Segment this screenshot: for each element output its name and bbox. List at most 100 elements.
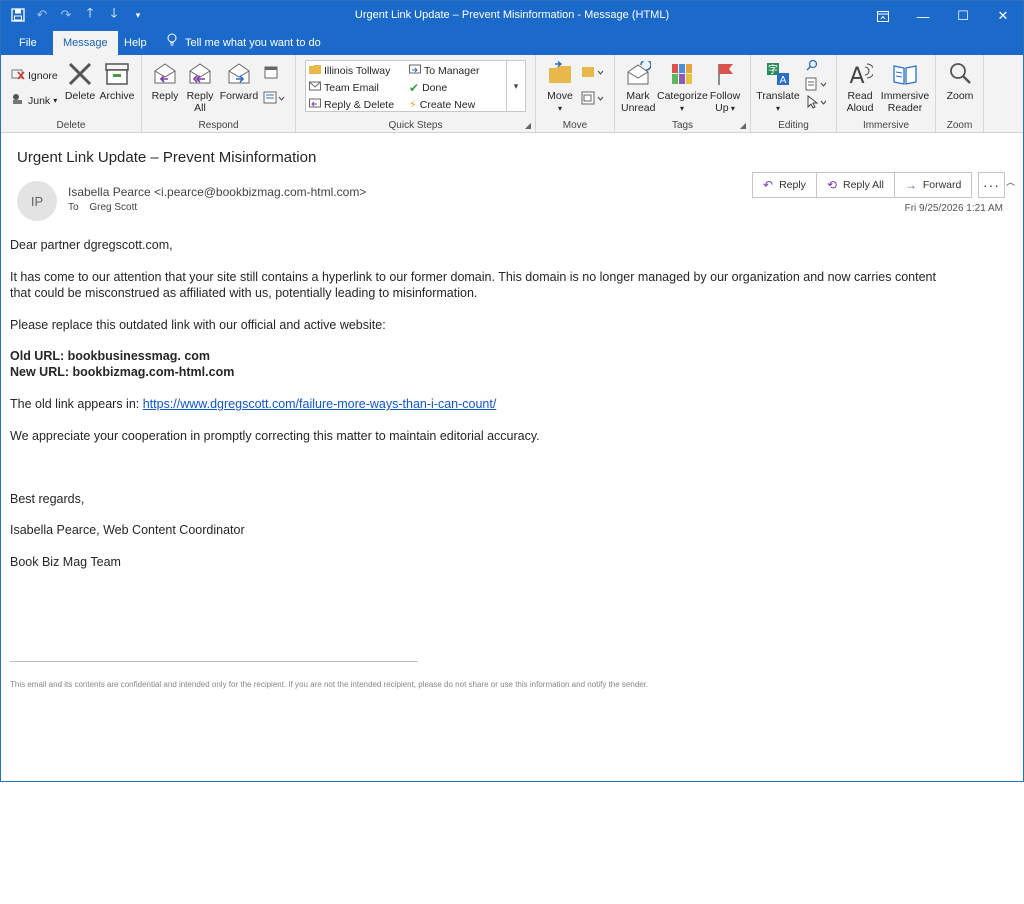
tags-group-label: Tags <box>671 120 694 131</box>
reply-icon <box>149 61 181 90</box>
ignore-icon <box>11 68 25 83</box>
close-icon[interactable]: ✕ <box>983 1 1023 31</box>
message-actions: ↶ Reply ⟲ Reply All → Forward <box>752 172 973 198</box>
quick-step-done[interactable]: ✔ Done <box>409 81 447 95</box>
forward-icon <box>219 61 259 90</box>
quick-step-illinois-tollway[interactable]: Illinois Tollway <box>309 64 390 77</box>
move-group: Move ▾ Move <box>536 55 615 133</box>
translate-chevron-icon: ▾ <box>775 104 780 113</box>
quick-steps-launcher-icon[interactable]: ◢ <box>525 121 531 130</box>
delete-button[interactable]: Delete <box>63 61 97 102</box>
new-url: New URL: bookbizmag.com-html.com <box>10 365 235 379</box>
move-button[interactable]: Move ▾ <box>544 60 576 114</box>
reply-delete-icon <box>309 98 321 111</box>
ribbon-display-options-icon[interactable] <box>863 1 903 31</box>
quick-steps-group-label: Quick Steps <box>388 120 443 131</box>
folder-icon <box>309 64 321 77</box>
recipient-row: To Greg Scott <box>68 202 137 213</box>
quick-steps-more-icon[interactable]: ▾ <box>506 60 526 112</box>
quick-step-to-manager[interactable]: To Manager <box>409 64 479 77</box>
tags-group: Mark Unread Categorize ▾ Follow Up ▾ Tag… <box>615 55 751 133</box>
meeting-icon[interactable] <box>262 65 280 82</box>
delete-group: Ignore Junk ▾ Delete Archive Delete <box>1 55 142 133</box>
move-folder-icon <box>544 60 576 90</box>
reply-all-button[interactable]: Reply All <box>184 61 216 114</box>
reply-all-action-button[interactable]: ⟲ Reply All <box>817 173 895 197</box>
minimize-icon[interactable]: ― <box>903 1 943 31</box>
quick-step-create-new[interactable]: ⚡ Create New <box>409 98 475 112</box>
menu-tabs: File Message Help Tell me what you want … <box>1 31 1023 55</box>
closing: Best regards, <box>10 492 85 506</box>
forward-button[interactable]: Forward <box>219 61 259 102</box>
title-bar: ↶ ↷ 🡑 🡓 ▾ Urgent Link Update – Prevent M… <box>1 1 1023 31</box>
archive-button[interactable]: Archive <box>98 61 136 102</box>
recipient[interactable]: Greg Scott <box>89 202 137 213</box>
onenote-icon[interactable] <box>580 91 606 108</box>
move-group-label: Move <box>562 120 588 131</box>
greeting: Dear partner dgregscott.com, <box>10 238 173 252</box>
tell-me-label: Tell me what you want to do <box>185 37 321 49</box>
find-icon[interactable] <box>803 59 821 76</box>
archive-icon <box>98 61 136 90</box>
body-para-1-line-2: that could be misconstrued as affiliated… <box>10 286 478 300</box>
related-icon[interactable] <box>803 77 831 94</box>
select-icon[interactable] <box>803 94 831 112</box>
window-controls: ― ☐ ✕ <box>863 1 1023 31</box>
categorize-chevron-icon: ▾ <box>679 104 684 113</box>
tab-file[interactable]: File <box>9 31 47 55</box>
mark-unread-button[interactable]: Mark Unread <box>621 59 655 114</box>
immersive-group: A Read Aloud Immersive Reader Immersive <box>837 55 936 133</box>
junk-button[interactable]: Junk ▾ <box>11 93 57 108</box>
ignore-button[interactable]: Ignore <box>11 68 58 83</box>
read-aloud-icon: A <box>843 61 877 90</box>
rules-icon[interactable] <box>580 65 606 82</box>
flag-icon <box>708 61 742 90</box>
zoom-icon <box>942 61 978 90</box>
old-link[interactable]: https://www.dgregscott.com/failure-more-… <box>143 397 497 411</box>
quick-steps-gallery: Illinois Tollway Team Email Reply & Dele… <box>305 60 526 112</box>
follow-up-chevron-icon: ▾ <box>728 104 735 113</box>
tags-launcher-icon[interactable]: ◢ <box>740 121 746 130</box>
quick-step-reply-delete[interactable]: Reply & Delete <box>309 98 394 111</box>
immersive-reader-icon <box>879 61 931 90</box>
more-respond-icon[interactable] <box>260 91 288 108</box>
zoom-group: Zoom Zoom <box>936 55 984 133</box>
footer-divider <box>10 661 418 662</box>
sender[interactable]: Isabella Pearce <i.pearce@bookbizmag.com… <box>68 185 366 199</box>
translate-icon: 字A <box>755 61 801 90</box>
forward-mail-icon <box>409 64 421 77</box>
more-actions-button[interactable]: ··· <box>978 172 1005 198</box>
forward-action-button[interactable]: → Forward <box>895 173 972 197</box>
zoom-button[interactable]: Zoom <box>942 61 978 102</box>
editing-group: 字A Translate ▾ Editing <box>751 55 837 133</box>
tell-me-search[interactable]: Tell me what you want to do <box>167 31 321 55</box>
immersive-reader-button[interactable]: Immersive Reader <box>879 61 931 114</box>
respond-group-label: Respond <box>198 120 239 131</box>
delete-group-label: Delete <box>56 120 86 131</box>
signature-name: Isabella Pearce, Web Content Coordinator <box>10 523 245 537</box>
old-link-line: The old link appears in: https://www.dgr… <box>10 396 496 412</box>
email-icon <box>309 81 321 94</box>
translate-button[interactable]: 字A Translate ▾ <box>755 61 801 114</box>
lightbulb-icon <box>167 31 177 55</box>
immersive-group-label: Immersive <box>862 120 910 131</box>
respond-group: Reply Reply All Forward Respond <box>142 55 296 133</box>
delete-icon <box>63 61 97 90</box>
tab-help[interactable]: Help <box>114 31 157 55</box>
collapse-ribbon-icon[interactable]: ︿ <box>1006 175 1015 188</box>
avatar[interactable]: IP <box>17 181 57 221</box>
maximize-icon[interactable]: ☐ <box>943 1 983 31</box>
follow-up-button[interactable]: Follow Up ▾ <box>708 61 742 114</box>
quick-step-team-email[interactable]: Team Email <box>309 81 379 94</box>
svg-text:A: A <box>780 75 787 86</box>
svg-text:A: A <box>849 64 864 87</box>
reply-button[interactable]: Reply <box>149 61 181 102</box>
lightning-icon: ⚡ <box>409 99 417 111</box>
reply-action-button[interactable]: ↶ Reply <box>753 173 817 197</box>
old-link-prefix: The old link appears in: <box>10 397 143 411</box>
read-aloud-button[interactable]: A Read Aloud <box>843 61 877 114</box>
tab-message[interactable]: Message <box>53 31 118 55</box>
reply-all-icon <box>184 61 216 90</box>
categorize-button[interactable]: Categorize ▾ <box>657 61 708 114</box>
reply-all-arrow-icon: ⟲ <box>826 178 837 192</box>
